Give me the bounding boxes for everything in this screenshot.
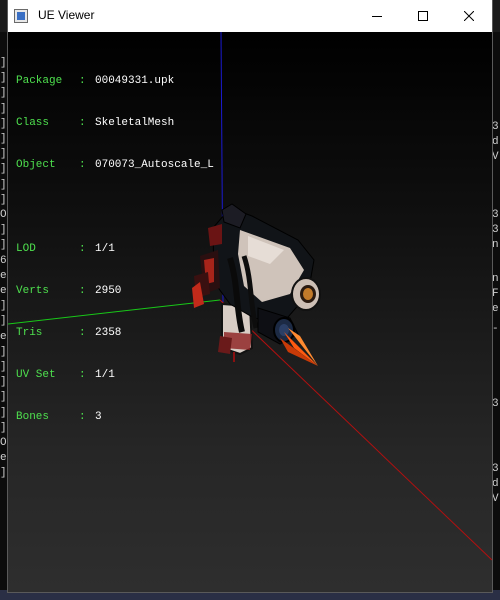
console-char: ] [0, 300, 7, 313]
console-char: ] [0, 406, 7, 419]
info-label: Tris [16, 327, 43, 339]
info-label: Class [16, 117, 50, 129]
minimize-button[interactable] [354, 0, 400, 32]
console-char: ] [0, 391, 7, 404]
console-char: ] [0, 361, 7, 374]
console-char: e [0, 452, 7, 465]
info-tris-value: 2358 [95, 327, 122, 339]
info-label: Package [16, 75, 63, 87]
console-char: 3 [492, 398, 499, 410]
console-char: 3 [492, 224, 499, 236]
background-console-right: 3dV33nnFe-33dV [492, 32, 500, 600]
info-label: LOD [16, 243, 36, 255]
info-lod-row: LOD:1/1 [16, 242, 214, 256]
maximize-button[interactable] [400, 0, 446, 32]
3d-viewport[interactable]: Package:00049331.upk Class: SkeletalMesh … [8, 32, 492, 592]
console-char: 3 [492, 121, 499, 133]
console-char: e [0, 330, 7, 343]
console-char: e [492, 303, 499, 315]
window-title: UE Viewer [38, 8, 95, 22]
console-char: ] [0, 117, 7, 130]
close-button[interactable] [446, 0, 492, 32]
background-console-left: ]]]]]]]]]] O]] 6 e e]] e]]]]]] Oe] [0, 32, 8, 600]
console-char: n [492, 239, 499, 251]
info-object-row: Object:070073_Autoscale_L [16, 158, 214, 172]
info-separator: : [79, 75, 86, 87]
info-separator: : [79, 327, 86, 339]
info-verts-value: 2950 [95, 285, 122, 297]
ue-viewer-app-icon [14, 9, 28, 23]
info-separator: : [79, 285, 86, 297]
console-char: V [492, 493, 499, 505]
info-label: UV Set [16, 369, 56, 381]
console-char: ] [0, 239, 7, 252]
info-uvset-value: 1/1 [95, 369, 115, 381]
console-char: e [0, 285, 7, 298]
console-char: ] [0, 148, 7, 161]
info-package-row: Package:00049331.upk [16, 74, 214, 88]
console-char: - [492, 323, 499, 335]
info-uvset-row: UV Set:1/1 [16, 368, 214, 382]
info-class-row: Class: SkeletalMesh [16, 116, 214, 130]
info-bones-value: 3 [95, 411, 102, 423]
console-char: n [492, 273, 499, 285]
console-char: ] [0, 345, 7, 358]
x-axis-line [219, 299, 492, 561]
info-verts-row: Verts:2950 [16, 284, 214, 298]
console-char: ] [0, 57, 7, 69]
close-icon [464, 11, 474, 21]
console-char: V [492, 151, 499, 163]
info-package-value: 00049331.upk [95, 75, 175, 87]
maximize-icon [418, 11, 428, 21]
info-separator: : [79, 369, 86, 381]
title-bar[interactable]: UE Viewer [8, 0, 492, 32]
console-char: ] [0, 72, 7, 85]
console-char: ] [0, 87, 7, 100]
info-separator: : [79, 159, 86, 171]
console-char: ] [0, 133, 7, 146]
info-class-value: SkeletalMesh [95, 117, 175, 129]
info-tris-row: Tris:2358 [16, 326, 214, 340]
console-char: 3 [492, 209, 499, 221]
console-char: ] [0, 467, 7, 480]
info-bones-row: Bones:3 [16, 410, 214, 424]
console-char: ] [0, 315, 7, 328]
console-char: ] [0, 376, 7, 389]
console-char: ] [0, 102, 7, 115]
minimize-icon [372, 16, 382, 17]
console-char: ] [0, 163, 7, 176]
info-label: Verts [16, 285, 50, 297]
console-char: O [0, 209, 7, 222]
console-char: ] [0, 178, 7, 191]
console-char: e [0, 269, 7, 282]
info-lod-value: 1/1 [95, 243, 115, 255]
info-separator: : [79, 117, 86, 129]
ue-viewer-window: UE Viewer Package: 00049331.upk Class:… [8, 0, 492, 592]
console-char: O [0, 437, 7, 450]
mesh-info-panel: Package:00049331.upk Class: SkeletalMesh … [16, 46, 214, 452]
info-object-value: 070073_Autoscale_L [95, 159, 214, 171]
console-char: 6 [0, 254, 7, 267]
info-label: Bones [16, 411, 50, 423]
console-char: ] [0, 421, 7, 434]
console-char: d [492, 136, 499, 148]
console-char: F [492, 288, 499, 300]
console-char: ] [0, 224, 7, 237]
console-char: ] [0, 193, 7, 206]
info-label: Object [16, 159, 56, 171]
info-separator: : [79, 411, 86, 423]
console-char: 3 [492, 463, 499, 475]
info-separator: : [79, 243, 86, 255]
console-char: d [492, 478, 499, 490]
